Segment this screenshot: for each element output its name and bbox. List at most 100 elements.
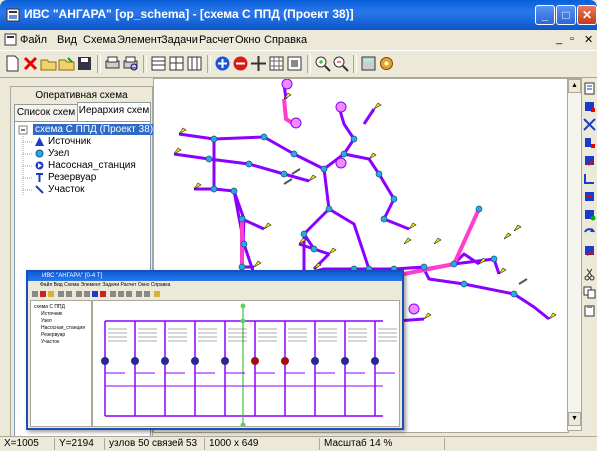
network-node[interactable] — [325, 205, 333, 213]
scroll-down-button[interactable]: ▼ — [568, 412, 581, 426]
network-node[interactable] — [240, 240, 248, 248]
network-node[interactable] — [450, 260, 458, 268]
network-node[interactable] — [205, 155, 213, 163]
grid-icon[interactable] — [268, 55, 285, 72]
mdi-restore-button[interactable]: ▫ — [570, 33, 574, 45]
network-node[interactable] — [375, 170, 383, 178]
network-node[interactable] — [230, 187, 238, 195]
consumer-marker[interactable] — [403, 237, 412, 245]
consumer-marker[interactable] — [263, 222, 272, 230]
source-node[interactable] — [290, 117, 302, 129]
consumer-marker[interactable] — [368, 152, 377, 160]
mdi-close-button[interactable]: ✕ — [584, 33, 593, 46]
zoom-out-icon[interactable] — [332, 55, 349, 72]
pipe-segment[interactable] — [383, 217, 410, 231]
minimize-button[interactable]: _ — [535, 5, 555, 25]
network-node[interactable] — [490, 255, 498, 263]
tree-item-segment[interactable]: Участок — [48, 184, 85, 195]
remove-icon[interactable] — [232, 55, 249, 72]
consumer-marker[interactable] — [408, 222, 417, 230]
menu-element[interactable]: Элемент — [117, 34, 162, 46]
consumer-marker[interactable] — [513, 224, 522, 232]
inset-screenshot-window[interactable]: ИВС "АНГАРА" [0-4 Т] Файл Вид Схема Элем… — [26, 270, 404, 430]
pipe-segment[interactable] — [173, 152, 285, 176]
pipe-segment[interactable] — [241, 217, 265, 231]
vertical-scrollbar[interactable]: ▲ ▼ — [567, 78, 582, 431]
fit-icon[interactable] — [286, 55, 303, 72]
consumer-marker[interactable] — [423, 312, 432, 320]
add-tank-icon[interactable] — [583, 154, 596, 167]
network-node[interactable] — [380, 215, 388, 223]
network-node[interactable] — [245, 160, 253, 168]
open-folder-icon[interactable] — [58, 55, 75, 72]
copy-icon[interactable] — [583, 286, 596, 299]
columns-icon[interactable] — [186, 55, 203, 72]
move-icon[interactable] — [250, 55, 267, 72]
print-preview-icon[interactable] — [122, 55, 139, 72]
tab-schema-list[interactable]: Список схем — [14, 104, 78, 121]
title-bar[interactable]: ИВС "АНГАРА" [op_schema] - [схема С ППД … — [0, 0, 597, 30]
pipe-segment[interactable] — [377, 173, 396, 220]
settings-icon[interactable] — [378, 55, 395, 72]
menu-view[interactable]: Вид — [57, 34, 77, 46]
pipe-segment[interactable] — [362, 108, 376, 125]
source-node[interactable] — [335, 157, 347, 169]
save-icon[interactable] — [76, 55, 93, 72]
mdi-minimize-button[interactable]: _ — [556, 33, 562, 45]
document-icon[interactable] — [4, 33, 17, 46]
consumer-marker[interactable] — [253, 260, 262, 268]
close-button[interactable]: ✕ — [577, 5, 597, 25]
tree-item-pump-station[interactable]: Насосная_станция — [48, 160, 136, 171]
add-valve-icon[interactable] — [583, 190, 596, 203]
network-node[interactable] — [420, 263, 428, 271]
network-node[interactable] — [290, 150, 298, 158]
tree-item-node[interactable]: Узел — [48, 148, 69, 159]
rotate-icon[interactable] — [583, 226, 596, 239]
add-segment-icon[interactable] — [583, 172, 596, 185]
network-node[interactable] — [210, 135, 218, 143]
paste-icon[interactable] — [583, 304, 596, 317]
source-node[interactable] — [335, 101, 347, 113]
pipe-segment[interactable] — [513, 292, 550, 321]
network-node[interactable] — [350, 135, 358, 143]
source-node[interactable] — [281, 79, 293, 90]
tree-item-source[interactable]: Источник — [48, 136, 91, 147]
network-node[interactable] — [340, 150, 348, 158]
menu-file[interactable]: Файл — [20, 34, 47, 46]
network-node[interactable] — [238, 215, 246, 223]
tree-root-schema[interactable]: схема С ППД (Проект 38) — [33, 124, 156, 135]
reservoir-marker[interactable] — [283, 178, 293, 185]
network-node[interactable] — [320, 165, 328, 173]
pipe-segment[interactable] — [343, 152, 381, 175]
consumer-marker[interactable] — [328, 247, 337, 255]
print-icon[interactable] — [104, 55, 121, 72]
add-pump-icon[interactable] — [583, 136, 596, 149]
menu-calc[interactable]: Расчет — [199, 34, 234, 46]
new-icon[interactable] — [4, 55, 21, 72]
consumer-marker[interactable] — [373, 102, 382, 110]
add-icon[interactable] — [214, 55, 231, 72]
menu-tasks[interactable]: Задачи — [161, 34, 198, 46]
tab-schema-hierarchy[interactable]: Иерархия схем — [77, 102, 151, 121]
layout-icon[interactable] — [150, 55, 167, 72]
calc-icon[interactable] — [360, 55, 377, 72]
consumer-marker[interactable] — [433, 237, 442, 245]
select-icon[interactable] — [583, 82, 596, 95]
menu-help[interactable]: Справка — [264, 34, 307, 46]
add-consumer-icon[interactable] — [583, 208, 596, 221]
pipe-segment[interactable] — [178, 132, 295, 156]
menu-window[interactable]: Окно — [235, 34, 261, 46]
network-node[interactable] — [475, 205, 483, 213]
network-node[interactable] — [260, 133, 268, 141]
network-node[interactable] — [300, 230, 308, 238]
network-node[interactable] — [310, 245, 318, 253]
table-icon[interactable] — [168, 55, 185, 72]
pipe-segment[interactable] — [283, 172, 310, 183]
tree-item-reservoir[interactable]: Резервуар — [48, 172, 96, 183]
network-node[interactable] — [460, 280, 468, 288]
add-source-icon[interactable] — [583, 100, 596, 113]
reservoir-marker[interactable] — [518, 278, 528, 285]
add-node-icon[interactable] — [583, 118, 596, 131]
network-node[interactable] — [390, 195, 398, 203]
consumer-marker[interactable] — [548, 312, 557, 320]
